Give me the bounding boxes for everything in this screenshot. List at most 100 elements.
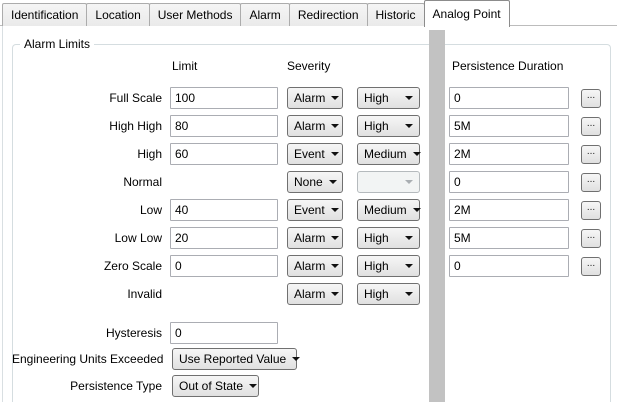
browse-button[interactable]: ... — [581, 117, 601, 136]
browse-button[interactable]: ... — [581, 201, 601, 220]
severity-combo[interactable]: Alarm — [287, 255, 343, 277]
limit-input[interactable] — [170, 227, 278, 249]
priority-combo[interactable]: Medium — [357, 143, 420, 165]
dropdown-arrow-icon — [331, 208, 339, 212]
browse-button[interactable]: ... — [581, 145, 601, 164]
alarm-limit-row: Full Scale Alarm High ... — [12, 84, 617, 112]
dropdown-arrow-icon — [405, 180, 413, 184]
severity-combo-value: Alarm — [294, 287, 325, 301]
tab-redirection[interactable]: Redirection — [289, 3, 368, 26]
browse-button-label: ... — [587, 205, 595, 211]
group-title: Alarm Limits — [20, 37, 94, 51]
hysteresis-input[interactable] — [170, 322, 278, 344]
severity-combo[interactable]: Event — [287, 143, 343, 165]
severity-combo[interactable]: None — [287, 171, 343, 193]
severity-combo[interactable]: Alarm — [287, 227, 343, 249]
dropdown-arrow-icon — [413, 208, 421, 212]
priority-combo[interactable]: High — [357, 87, 420, 109]
row-label: Full Scale — [12, 91, 162, 105]
engineering-units-exceeded-label: Engineering Units Exceeded — [12, 352, 162, 366]
tab-analog-point[interactable]: Analog Point — [424, 0, 510, 27]
dropdown-arrow-icon — [405, 292, 413, 296]
persistence-input[interactable] — [449, 171, 569, 193]
hysteresis-row: Hysteresis — [12, 319, 278, 347]
engineering-units-exceeded-value: Use Reported Value — [179, 352, 286, 366]
priority-combo-value: Medium — [364, 203, 407, 217]
severity-column-header: Severity — [287, 59, 330, 73]
dropdown-arrow-icon — [331, 96, 339, 100]
alarm-limit-row: Zero Scale Alarm High ... — [12, 252, 617, 280]
browse-button[interactable]: ... — [581, 257, 601, 276]
row-label: Low Low — [12, 231, 162, 245]
severity-combo[interactable]: Alarm — [287, 87, 343, 109]
browse-button[interactable]: ... — [581, 229, 601, 248]
browse-button[interactable]: ... — [581, 89, 601, 108]
tab-label: Alarm — [249, 8, 280, 22]
browse-button-label: ... — [587, 233, 595, 239]
severity-combo-value: Alarm — [294, 91, 325, 105]
severity-combo[interactable]: Event — [287, 199, 343, 221]
persistence-input[interactable] — [449, 115, 569, 137]
tab-historic[interactable]: Historic — [367, 3, 425, 26]
dropdown-arrow-icon — [405, 124, 413, 128]
dropdown-arrow-icon — [331, 264, 339, 268]
tab-bar: Identification Location User Methods Ala… — [2, 0, 617, 27]
persistence-type-value: Out of State — [179, 379, 243, 393]
dropdown-arrow-icon — [413, 152, 421, 156]
browse-button-label: ... — [587, 177, 595, 183]
severity-combo-value: Event — [294, 203, 325, 217]
tab-location[interactable]: Location — [86, 3, 149, 26]
dropdown-arrow-icon — [331, 292, 339, 296]
tab-label: Historic — [376, 8, 416, 22]
dropdown-arrow-icon — [405, 236, 413, 240]
persistence-input[interactable] — [449, 199, 569, 221]
persistence-input[interactable] — [449, 143, 569, 165]
priority-combo[interactable] — [357, 171, 420, 193]
tab-label: User Methods — [158, 8, 233, 22]
limit-input[interactable] — [170, 87, 278, 109]
tab-user-methods[interactable]: User Methods — [149, 3, 242, 26]
dropdown-arrow-icon — [405, 96, 413, 100]
row-label: Low — [12, 203, 162, 217]
severity-combo-value: None — [294, 175, 323, 189]
dropdown-arrow-icon — [249, 384, 257, 388]
priority-combo-value: High — [364, 91, 389, 105]
dropdown-arrow-icon — [329, 180, 337, 184]
tab-label: Location — [95, 8, 140, 22]
limit-input[interactable] — [170, 255, 278, 277]
persistence-type-combo[interactable]: Out of State — [172, 375, 259, 397]
priority-combo[interactable]: Medium — [357, 199, 420, 221]
priority-combo[interactable]: High — [357, 115, 420, 137]
severity-combo-value: Event — [294, 147, 325, 161]
limit-input[interactable] — [170, 199, 278, 221]
alarm-limit-rows: Full Scale Alarm High ... High High Alar… — [12, 84, 617, 308]
severity-combo[interactable]: Alarm — [287, 283, 343, 305]
alarm-limit-row: Invalid Alarm High ... — [12, 280, 617, 308]
limit-input[interactable] — [170, 143, 278, 165]
persistence-input[interactable] — [449, 227, 569, 249]
severity-combo-value: Alarm — [294, 119, 325, 133]
dropdown-arrow-icon — [405, 264, 413, 268]
browse-button-label: ... — [587, 149, 595, 155]
splitter-bar[interactable] — [429, 30, 445, 402]
severity-combo[interactable]: Alarm — [287, 115, 343, 137]
browse-button[interactable]: ... — [581, 173, 601, 192]
severity-combo-value: Alarm — [294, 231, 325, 245]
engineering-units-exceeded-row: Engineering Units Exceeded Use Reported … — [12, 345, 297, 373]
persistence-input[interactable] — [449, 255, 569, 277]
priority-combo[interactable]: High — [357, 227, 420, 249]
row-label: Normal — [12, 175, 162, 189]
engineering-units-exceeded-combo[interactable]: Use Reported Value — [172, 348, 297, 370]
persistence-input[interactable] — [449, 87, 569, 109]
tab-label: Analog Point — [433, 7, 501, 21]
row-label: High High — [12, 119, 162, 133]
tab-label: Identification — [11, 8, 78, 22]
tab-identification[interactable]: Identification — [2, 3, 87, 26]
priority-combo[interactable]: High — [357, 283, 420, 305]
tab-alarm[interactable]: Alarm — [240, 3, 289, 26]
priority-combo-value: High — [364, 119, 389, 133]
priority-combo[interactable]: High — [357, 255, 420, 277]
row-label: Invalid — [12, 287, 162, 301]
limit-input[interactable] — [170, 115, 278, 137]
hysteresis-label: Hysteresis — [12, 326, 162, 340]
